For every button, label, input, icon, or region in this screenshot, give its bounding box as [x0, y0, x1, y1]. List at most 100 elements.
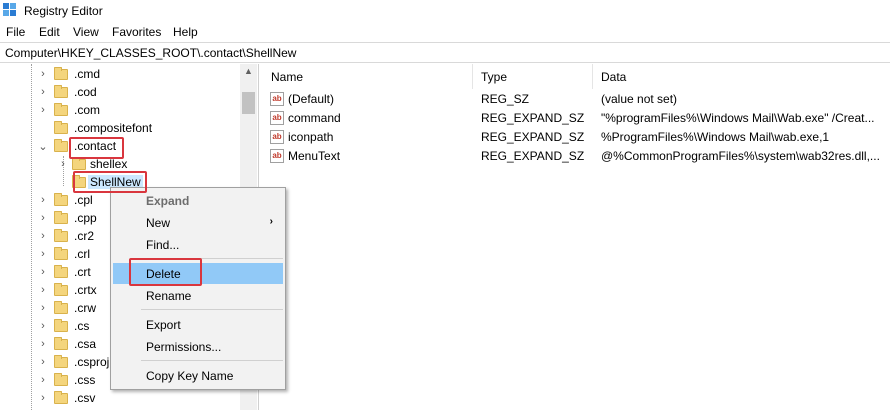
- chevron-right-icon[interactable]: ›: [38, 194, 48, 206]
- chevron-right-icon[interactable]: ›: [38, 212, 48, 224]
- tree-item-label[interactable]: .crw: [74, 301, 96, 315]
- menu-file[interactable]: File: [6, 25, 25, 39]
- context-menu: Expand New › Find... Delete Rename Expor…: [110, 187, 286, 390]
- tree-item-label[interactable]: .cs: [74, 319, 89, 333]
- chevron-right-icon[interactable]: ›: [58, 158, 68, 170]
- value-row[interactable]: ab (Default) REG_SZ (value not set): [263, 90, 890, 109]
- column-header-label: Type: [481, 70, 508, 84]
- chevron-right-icon[interactable]: ›: [38, 374, 48, 386]
- chevron-down-icon[interactable]: ⌄: [38, 140, 48, 153]
- folder-icon: [54, 121, 68, 134]
- chevron-right-icon[interactable]: ›: [38, 356, 48, 368]
- value-data: %ProgramFiles%\Windows Mail\wab.exe,1: [601, 130, 830, 144]
- annotation-box-contact: [69, 137, 124, 159]
- annotation-box-delete: [129, 258, 202, 286]
- folder-icon: [54, 319, 68, 332]
- tree-item-label[interactable]: .cpp: [74, 211, 97, 225]
- menu-help[interactable]: Help: [173, 25, 198, 39]
- string-value-icon: ab: [270, 92, 284, 106]
- folder-icon: [54, 283, 68, 296]
- column-header-data[interactable]: Data: [593, 64, 890, 89]
- menu-item-find[interactable]: Find...: [113, 234, 283, 255]
- chevron-right-icon[interactable]: ›: [38, 248, 48, 260]
- tree-item-label[interactable]: .cod: [74, 85, 97, 99]
- menu-item-label: New: [146, 216, 171, 230]
- folder-icon: [54, 247, 68, 260]
- submenu-arrow-icon: ›: [269, 216, 273, 227]
- value-row[interactable]: ab MenuText REG_EXPAND_SZ @%CommonProgra…: [263, 147, 890, 166]
- value-row[interactable]: ab iconpath REG_EXPAND_SZ %ProgramFiles%…: [263, 128, 890, 147]
- tree-item[interactable]: › .com: [0, 102, 240, 120]
- menu-item-new[interactable]: New ›: [113, 212, 283, 233]
- menu-view[interactable]: View: [73, 25, 99, 39]
- tree-item[interactable]: › .cod: [0, 84, 240, 102]
- tree-item-label[interactable]: .cr2: [74, 229, 94, 243]
- chevron-right-icon[interactable]: ›: [38, 284, 48, 296]
- value-type: REG_EXPAND_SZ: [481, 149, 585, 163]
- folder-icon: [54, 67, 68, 80]
- menu-item-rename[interactable]: Rename: [113, 285, 283, 306]
- value-type: REG_SZ: [481, 92, 530, 106]
- title-bar: Registry Editor: [0, 0, 890, 22]
- tree-item[interactable]: › .cmd: [0, 66, 240, 84]
- value-data: "%programFiles%\Windows Mail\Wab.exe" /C…: [601, 111, 875, 125]
- chevron-right-icon[interactable]: ›: [38, 68, 48, 80]
- folder-icon: [54, 355, 68, 368]
- chevron-right-icon[interactable]: ›: [38, 86, 48, 98]
- value-type: REG_EXPAND_SZ: [481, 111, 585, 125]
- value-data: (value not set): [601, 92, 678, 106]
- menu-bar: File Edit View Favorites Help: [0, 22, 890, 42]
- menu-item-label: Expand: [146, 194, 190, 208]
- folder-icon: [54, 229, 68, 242]
- chevron-right-icon[interactable]: ›: [38, 266, 48, 278]
- chevron-right-icon[interactable]: ›: [38, 338, 48, 350]
- menu-item-label: Permissions...: [146, 340, 222, 354]
- column-header-label: Name: [271, 70, 304, 84]
- menu-item-copy-key-name[interactable]: Copy Key Name: [113, 365, 283, 386]
- tree-item-label[interactable]: .csproj: [74, 355, 109, 369]
- tree-item-label[interactable]: .crtx: [74, 283, 97, 297]
- address-path[interactable]: Computer\HKEY_CLASSES_ROOT\.contact\Shel…: [5, 46, 296, 60]
- tree-item-label[interactable]: .cpl: [74, 193, 93, 207]
- menu-item-label: Rename: [146, 289, 192, 303]
- folder-icon: [54, 85, 68, 98]
- values-list[interactable]: Name Type Data ab (Default) REG_SZ (valu…: [263, 64, 890, 410]
- column-header-name[interactable]: Name: [263, 64, 473, 89]
- scrollbar-thumb[interactable]: [242, 92, 255, 114]
- tree-item-label[interactable]: .com: [74, 103, 100, 117]
- column-header-type[interactable]: Type: [473, 64, 593, 89]
- menu-separator: [141, 309, 283, 310]
- tree-item[interactable]: › .csv: [0, 390, 240, 408]
- value-type: REG_EXPAND_SZ: [481, 130, 585, 144]
- scroll-up-arrow-icon[interactable]: ▲: [244, 66, 253, 76]
- tree-item-label[interactable]: .crt: [74, 265, 91, 279]
- folder-icon: [54, 301, 68, 314]
- menu-item-expand[interactable]: Expand: [113, 190, 283, 211]
- menu-item-export[interactable]: Export: [113, 314, 283, 335]
- menu-item-permissions[interactable]: Permissions...: [113, 336, 283, 357]
- value-row[interactable]: ab command REG_EXPAND_SZ "%programFiles%…: [263, 109, 890, 128]
- tree-item-label[interactable]: .crl: [74, 247, 90, 261]
- tree-item-label[interactable]: .csv: [74, 391, 95, 405]
- tree-item-label[interactable]: .compositefont: [74, 121, 152, 135]
- folder-icon: [54, 265, 68, 278]
- address-bar[interactable]: Computer\HKEY_CLASSES_ROOT\.contact\Shel…: [0, 42, 890, 63]
- menu-favorites[interactable]: Favorites: [112, 25, 161, 39]
- folder-icon: [54, 193, 68, 206]
- menu-edit[interactable]: Edit: [39, 25, 60, 39]
- annotation-box-shellnew: [73, 171, 147, 193]
- tree-item-label[interactable]: .cmd: [74, 67, 100, 81]
- tree-item-label[interactable]: .csa: [74, 337, 96, 351]
- chevron-right-icon[interactable]: ›: [38, 320, 48, 332]
- tree-item[interactable]: .compositefont: [0, 120, 240, 138]
- chevron-right-icon[interactable]: ›: [38, 230, 48, 242]
- value-name: MenuText: [288, 149, 341, 163]
- chevron-right-icon[interactable]: ›: [38, 302, 48, 314]
- folder-icon: [54, 211, 68, 224]
- value-name: command: [288, 111, 341, 125]
- chevron-right-icon[interactable]: ›: [38, 392, 48, 404]
- tree-item-label[interactable]: .css: [74, 373, 95, 387]
- chevron-right-icon[interactable]: ›: [38, 104, 48, 116]
- tree-item-label[interactable]: shellex: [90, 157, 127, 171]
- menu-item-label: Export: [146, 318, 181, 332]
